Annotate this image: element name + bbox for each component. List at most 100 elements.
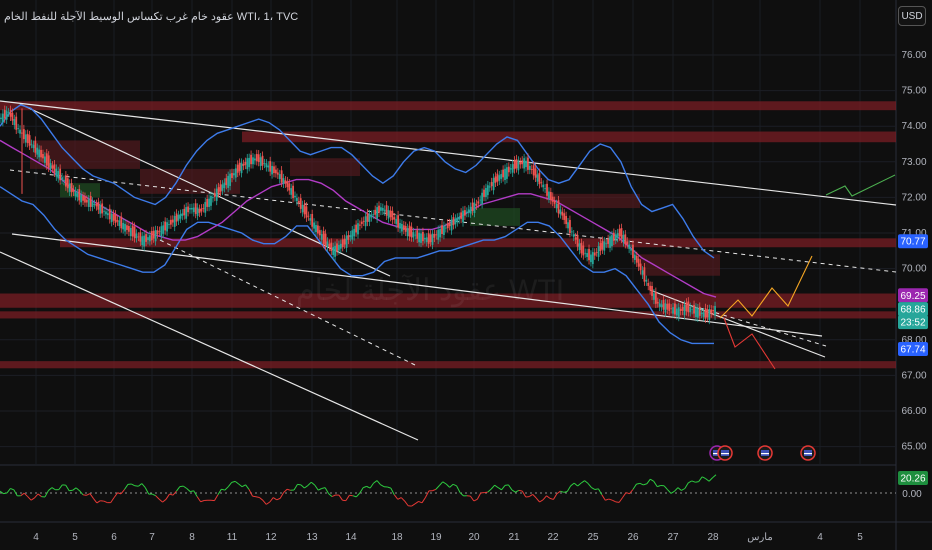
candle-body — [334, 245, 336, 257]
chart-title: عقود خام غرب تكساس الوسيط الآجلة للنفط ا… — [4, 11, 299, 23]
candle-body — [422, 232, 424, 242]
candle-body — [257, 154, 260, 163]
candle-body — [51, 165, 54, 169]
candle-body — [542, 184, 545, 188]
y-tick-label: 66.00 — [901, 406, 926, 417]
candle-body — [301, 204, 304, 213]
candle-body — [696, 308, 699, 318]
candle-body — [649, 285, 652, 291]
candle-body — [253, 158, 256, 161]
candle-body — [580, 242, 583, 254]
candle-body — [106, 213, 109, 216]
candle-body — [418, 232, 420, 243]
oscillator-line — [484, 491, 488, 494]
candle-body — [231, 173, 233, 178]
candle-body — [653, 293, 655, 300]
candle-body — [553, 200, 556, 204]
candle-body — [473, 202, 476, 213]
y-tick-label: 65.00 — [901, 442, 926, 453]
candle-body — [500, 174, 503, 179]
candle-body — [401, 223, 403, 232]
candle-body — [103, 210, 105, 212]
candle-body — [601, 240, 604, 250]
candle-body — [702, 312, 705, 317]
candle-body — [366, 213, 369, 222]
candle-body — [464, 210, 466, 216]
x-tick-label: 18 — [391, 532, 403, 543]
candle-body — [458, 216, 461, 220]
candle-body — [274, 169, 277, 174]
candle-body — [595, 252, 598, 253]
candle-body — [698, 306, 701, 316]
candle-body — [294, 195, 296, 198]
candle-body — [534, 168, 537, 178]
candle-body — [183, 208, 186, 216]
candle-body — [446, 223, 449, 229]
x-tick-label: 20 — [468, 532, 480, 543]
candle-body — [563, 213, 566, 220]
candle-body — [223, 182, 226, 189]
candle-body — [150, 231, 153, 241]
chart-canvas[interactable]: عقود الآجلة لخام WTI 76.00 75.00 74.00 73.0… — [0, 0, 932, 550]
candle-body — [40, 149, 42, 158]
candle-body — [431, 233, 434, 245]
candle-body — [374, 209, 377, 215]
candle-body — [633, 254, 636, 260]
candle-body — [7, 112, 10, 114]
candle-body — [675, 308, 678, 316]
candle-body — [156, 230, 159, 235]
candle-body — [315, 225, 317, 233]
candle-body — [404, 225, 407, 232]
candle-body — [143, 235, 146, 247]
x-tick-label: 4 — [817, 532, 823, 543]
candle-body — [668, 303, 671, 312]
candle-body — [647, 282, 650, 286]
candle-body — [708, 308, 711, 320]
candle-body — [391, 210, 394, 220]
candle-body — [496, 173, 499, 182]
candle-body — [328, 243, 331, 247]
candle-body — [685, 302, 688, 312]
candle-body — [30, 143, 33, 145]
candle-body — [677, 307, 680, 317]
candle-body — [513, 160, 516, 170]
candle-body — [704, 307, 707, 319]
x-tick-label: 21 — [508, 532, 520, 543]
candle-body — [609, 236, 611, 248]
candle-body — [616, 233, 619, 238]
candle-body — [416, 230, 419, 239]
candle-body — [105, 211, 107, 215]
candle-body — [385, 205, 388, 216]
candle-body — [227, 175, 230, 188]
candle-body — [509, 168, 512, 170]
x-tick-label: 14 — [345, 532, 357, 543]
candle-body — [546, 183, 548, 196]
candle-body — [444, 227, 447, 229]
resistance-zone — [0, 101, 896, 111]
candle-body — [408, 225, 411, 237]
candle-body — [423, 237, 426, 240]
candle-body — [204, 202, 207, 213]
candle-body — [137, 236, 140, 238]
candle-body — [330, 242, 333, 252]
candle-body — [45, 153, 48, 166]
candle-body — [47, 155, 50, 168]
x-tick-label: 7 — [149, 532, 155, 543]
currency-button[interactable]: USD — [898, 6, 926, 26]
x-tick-label: 28 — [707, 532, 719, 543]
candle-body — [584, 252, 587, 254]
candle-body — [523, 158, 526, 169]
candle-body — [1, 113, 4, 123]
candle-body — [169, 219, 172, 225]
oscillator-line — [504, 484, 509, 486]
flag-stripe — [804, 453, 812, 455]
candle-body — [443, 225, 445, 235]
candle-body — [206, 198, 209, 207]
candle-body — [641, 270, 644, 275]
candle-body — [85, 199, 88, 203]
candle-body — [393, 217, 396, 220]
candle-body — [120, 216, 123, 229]
candle-body — [532, 165, 535, 176]
demand-zone — [470, 208, 520, 226]
candle-body — [229, 173, 231, 186]
